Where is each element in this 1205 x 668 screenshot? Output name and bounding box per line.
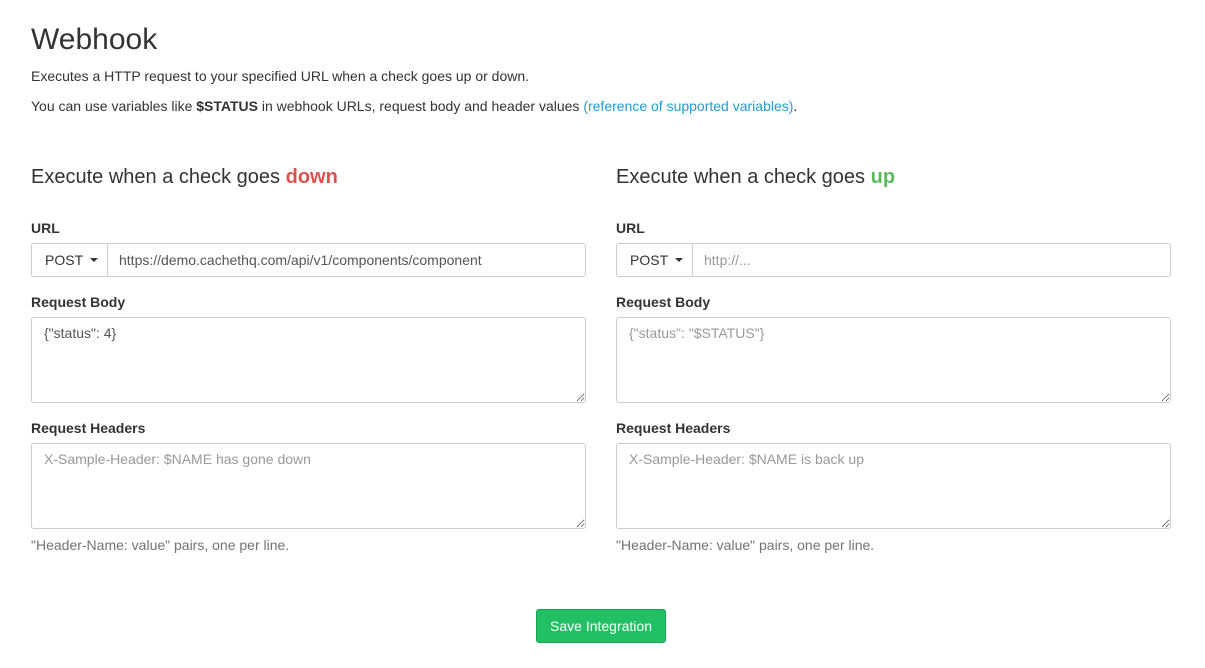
up-body-label: Request Body — [616, 294, 711, 310]
down-heading: Execute when a check goes down — [31, 160, 586, 194]
description-line-2: You can use variables like $STATUS in we… — [31, 97, 797, 115]
webhook-integration-page: Webhook Executes a HTTP request to your … — [0, 0, 1205, 668]
up-url-label: URL — [616, 220, 645, 236]
up-headers-textarea[interactable] — [616, 443, 1171, 529]
up-body-textarea[interactable] — [616, 317, 1171, 403]
description-line-1: Executes a HTTP request to your specifie… — [31, 68, 530, 84]
caret-down-icon — [675, 258, 684, 262]
down-url-input[interactable] — [107, 243, 586, 277]
description-middle: in webhook URLs, request body and header… — [257, 98, 584, 114]
down-method-label: POST — [45, 252, 84, 268]
up-method-label: POST — [630, 252, 669, 268]
up-headers-help: "Header-Name: value" pairs, one per line… — [616, 537, 875, 553]
down-url-label: URL — [31, 220, 60, 236]
down-url-group: POST — [31, 243, 586, 277]
description-suffix: . — [793, 98, 798, 114]
up-url-input[interactable] — [692, 243, 1171, 277]
down-headers-textarea[interactable] — [31, 443, 586, 529]
status-variable: $STATUS — [196, 98, 258, 114]
down-state-label: down — [285, 166, 338, 188]
down-body-label: Request Body — [31, 294, 126, 310]
down-heading-prefix: Execute when a check goes — [31, 166, 286, 188]
up-section: Execute when a check goes up URL POST Re… — [616, 160, 1171, 553]
up-state-label: up — [870, 166, 896, 188]
up-method-dropdown[interactable]: POST — [616, 243, 692, 277]
variables-reference-link[interactable]: (reference of supported variables) — [583, 98, 793, 114]
save-integration-button[interactable]: Save Integration — [536, 609, 666, 643]
up-heading-prefix: Execute when a check goes — [616, 166, 871, 188]
down-headers-help: "Header-Name: value" pairs, one per line… — [31, 537, 290, 553]
down-body-textarea[interactable]: {"status": 4} — [31, 317, 586, 403]
up-heading: Execute when a check goes up — [616, 160, 1171, 194]
page-title: Webhook — [31, 23, 158, 56]
up-url-group: POST — [616, 243, 1171, 277]
up-headers-label: Request Headers — [616, 420, 731, 436]
down-section: Execute when a check goes down URL POST … — [31, 160, 586, 553]
down-headers-label: Request Headers — [31, 420, 146, 436]
down-method-dropdown[interactable]: POST — [31, 243, 107, 277]
description-prefix: You can use variables like — [31, 98, 197, 114]
caret-down-icon — [90, 258, 99, 262]
